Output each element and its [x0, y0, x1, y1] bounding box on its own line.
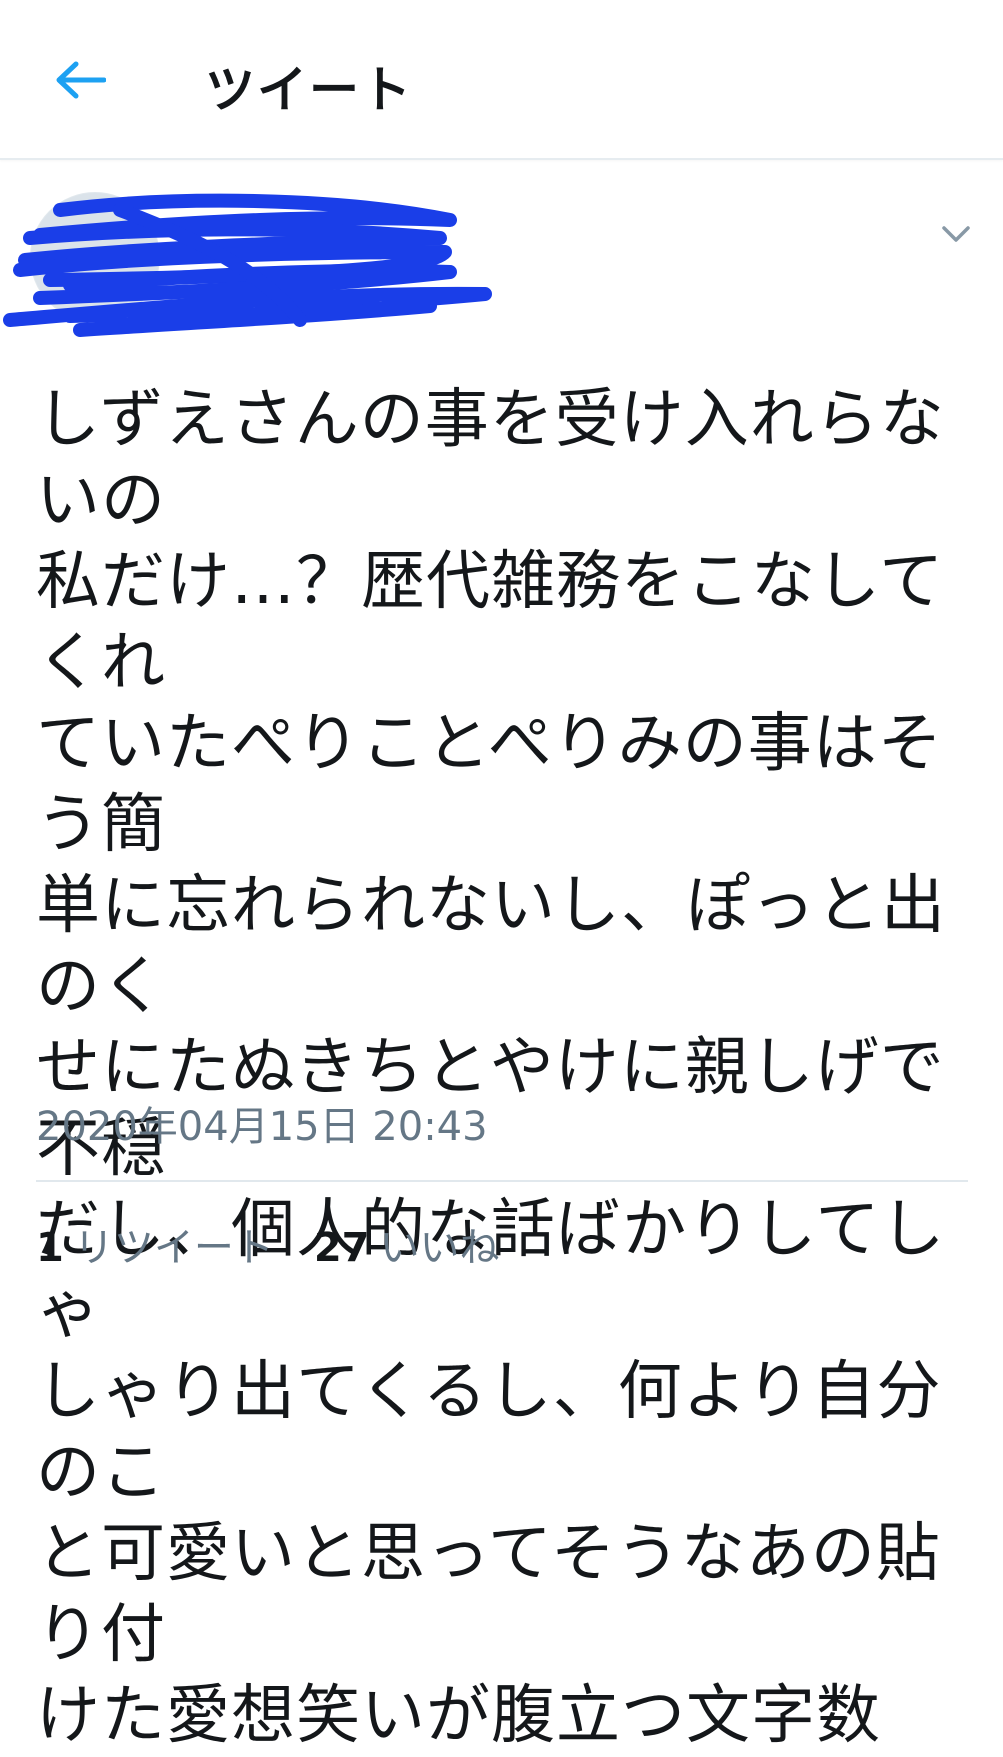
redaction-scribble: [3, 193, 492, 337]
tweet-timestamp[interactable]: 2020年04月15日 20:43: [36, 1094, 488, 1152]
arrow-left-icon: [56, 61, 106, 99]
back-button[interactable]: [50, 56, 110, 104]
top-app-bar: ツイート: [0, 0, 1003, 160]
tweet-text: しずえさんの事を受け入れらないの 私だけ…？歴代雑務をこなしてくれ ていたぺりこ…: [36, 383, 946, 1753]
retweet-label: リツイート: [73, 1225, 274, 1271]
page-title: ツイート: [205, 61, 413, 119]
retweet-stat[interactable]: 1 リツイート: [36, 1215, 274, 1273]
tweet-stats: 1 リツイート 27 いいね: [36, 1216, 540, 1272]
like-label: いいね: [379, 1225, 500, 1271]
divider: [36, 1180, 968, 1182]
tweet-author: [0, 180, 1003, 350]
like-stat[interactable]: 27 いいね: [314, 1215, 500, 1273]
retweet-count: 1: [36, 1225, 64, 1271]
like-count: 27: [313, 1225, 370, 1271]
chevron-down-icon[interactable]: [936, 218, 976, 248]
